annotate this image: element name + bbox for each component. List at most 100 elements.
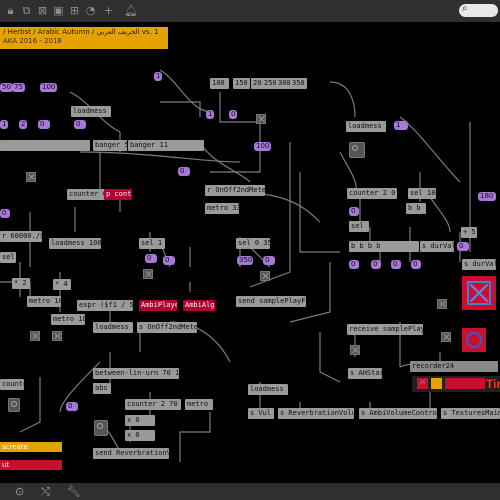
- number-box[interactable]: 0: [371, 260, 381, 269]
- multiply-0-object[interactable]: x 0: [125, 430, 155, 441]
- sel-1-object[interactable]: sel 1: [349, 221, 369, 232]
- number-box[interactable]: 0: [229, 110, 238, 119]
- number-box[interactable]: 0: [66, 402, 78, 411]
- add-icon[interactable]: +: [102, 4, 115, 17]
- send-durval2-object[interactable]: s durVal2: [462, 259, 496, 270]
- number-box[interactable]: 0: [0, 209, 10, 218]
- number-box[interactable]: 75: [12, 83, 25, 92]
- loadmess-object[interactable]: loadmess 0: [248, 384, 288, 395]
- copy-icon[interactable]: ⧉: [20, 4, 33, 17]
- ambialgo-object[interactable]: AmbiAlgo: [183, 300, 215, 311]
- receive-onoff-object[interactable]: r OnOff2ndMetero: [205, 185, 265, 196]
- metro-100-object[interactable]: metro 100: [27, 296, 61, 307]
- send-ambivolume-object[interactable]: s AmbiVolumeController: [359, 408, 437, 419]
- counter-object[interactable]: counter 2 70 100: [125, 399, 181, 410]
- send-reverbvolume-object[interactable]: s ReverbrationVolume: [278, 408, 354, 419]
- bang-button[interactable]: [94, 420, 108, 436]
- number-box[interactable]: 0: [74, 120, 86, 129]
- counter-object[interactable]: counter 2 0 180: [347, 188, 397, 199]
- number-box[interactable]: 0: [178, 167, 190, 176]
- number-box[interactable]: 1: [0, 120, 9, 129]
- receive-sampleplayfirst-object[interactable]: receive samplePlayFirst: [347, 324, 423, 335]
- send-onoff-object[interactable]: s OnOff2ndMetero: [137, 322, 197, 333]
- record-button[interactable]: [462, 328, 486, 352]
- toggle[interactable]: [256, 114, 266, 124]
- send-vul-object[interactable]: s Vul 1: [248, 408, 274, 419]
- search-input[interactable]: ⌕: [459, 3, 498, 17]
- patcher-canvas[interactable]: / Herbst / Arabic Autumn / الخريف العربي…: [0, 22, 500, 483]
- counter-object[interactable]: counter 0 1: [0, 379, 24, 390]
- bang-button[interactable]: [8, 398, 20, 412]
- number-box[interactable]: 100: [254, 142, 272, 151]
- r-60000-object[interactable]: r 60000./$f1: [0, 231, 42, 242]
- wrench-icon[interactable]: 🔧︎: [67, 485, 81, 498]
- message-100[interactable]: 100: [210, 78, 229, 89]
- sel-180-object[interactable]: sel 180: [408, 188, 436, 199]
- toggle[interactable]: [143, 269, 153, 279]
- number-box[interactable]: 180: [478, 192, 496, 201]
- number-box[interactable]: 1: [206, 110, 215, 119]
- trigger-bb-object[interactable]: b b: [406, 203, 426, 214]
- number-box[interactable]: 0: [349, 260, 359, 269]
- presentation-icon[interactable]: ⊠: [36, 4, 49, 17]
- pcont1-object[interactable]: p cont1: [104, 189, 132, 200]
- metro-333-object[interactable]: metro 333: [205, 203, 239, 214]
- recorder-object[interactable]: recorder24: [410, 361, 498, 372]
- bell-icon[interactable]: 🔔︎: [124, 4, 138, 17]
- trigger-bbbb-object[interactable]: b b b b: [349, 241, 419, 252]
- number-box[interactable]: 350: [237, 256, 253, 265]
- ambiplayer-object[interactable]: AmbiPlayer: [139, 300, 177, 311]
- message-350[interactable]: 350: [290, 78, 307, 89]
- toggle[interactable]: [441, 332, 451, 342]
- lock-icon[interactable]: 🔒︎: [4, 4, 17, 17]
- toggle[interactable]: [350, 345, 360, 355]
- orange-bar[interactable]: screate: [0, 442, 62, 452]
- send-sampleplayfirst-object[interactable]: send samplePlayFirst: [236, 296, 306, 307]
- multiply-0-object[interactable]: x 0: [125, 415, 155, 426]
- send-ahstart-object[interactable]: s AHStart: [348, 368, 382, 379]
- number-box[interactable]: 1: [394, 121, 408, 130]
- loadmess-1000-object[interactable]: loadmess 1000: [49, 238, 101, 249]
- number-box[interactable]: 2: [19, 120, 28, 129]
- number-box[interactable]: 0: [391, 260, 401, 269]
- sel-1-0-object[interactable]: sel 1: [0, 252, 16, 263]
- metro-100-object[interactable]: metro 100: [51, 314, 85, 325]
- toggle[interactable]: [30, 331, 40, 341]
- paint-icon[interactable]: ◔: [84, 4, 97, 17]
- loadmess-object[interactable]: loadmess 0: [71, 106, 111, 117]
- message-150[interactable]: 150: [233, 78, 250, 89]
- between-object[interactable]: between-lin-urn 70 100 15: [93, 368, 179, 379]
- toggle[interactable]: [260, 271, 270, 281]
- multiply-4-object[interactable]: * 4: [53, 279, 71, 290]
- stop-button[interactable]: [462, 276, 496, 310]
- sel-0-350-object[interactable]: sel 0 350: [236, 238, 270, 249]
- toggle[interactable]: [26, 172, 36, 182]
- loadmess-object[interactable]: loadmess 0: [93, 322, 133, 333]
- number-box[interactable]: 0: [349, 207, 359, 216]
- loadmess-object[interactable]: loadmess 0: [346, 121, 386, 132]
- plus-5-object[interactable]: + 5: [461, 227, 477, 238]
- multiply-2-object[interactable]: * 2: [12, 278, 30, 289]
- red-bar[interactable]: ut: [0, 460, 62, 470]
- bang-button[interactable]: [349, 142, 365, 158]
- close-icon[interactable]: ✕: [417, 378, 428, 389]
- sel-1-0-object[interactable]: sel 1 0: [139, 238, 165, 249]
- number-box[interactable]: 0: [145, 254, 157, 263]
- banger-5-object[interactable]: banger 5: [93, 140, 127, 151]
- number-box[interactable]: 100: [40, 83, 58, 92]
- number-box[interactable]: 0: [163, 256, 175, 265]
- toggle[interactable]: [437, 299, 447, 309]
- abs-object[interactable]: abs: [93, 383, 111, 394]
- number-box[interactable]: 1: [154, 72, 163, 81]
- expr-object[interactable]: expr ($f1 / 5) * 2: [77, 300, 133, 311]
- metro-1-object[interactable]: metro 1: [185, 399, 213, 410]
- grid-icon[interactable]: ⊞: [68, 4, 81, 17]
- number-box[interactable]: 0: [38, 120, 50, 129]
- target-icon[interactable]: ⊙: [15, 485, 24, 498]
- send-durval1-object[interactable]: s durVal1: [420, 241, 454, 252]
- number-box[interactable]: 50: [0, 83, 13, 92]
- lines-icon[interactable]: ▣: [52, 4, 65, 17]
- number-box[interactable]: 0: [411, 260, 421, 269]
- number-box[interactable]: 0: [457, 242, 469, 251]
- send-textures-object[interactable]: s TexturesMainVolu: [441, 408, 500, 419]
